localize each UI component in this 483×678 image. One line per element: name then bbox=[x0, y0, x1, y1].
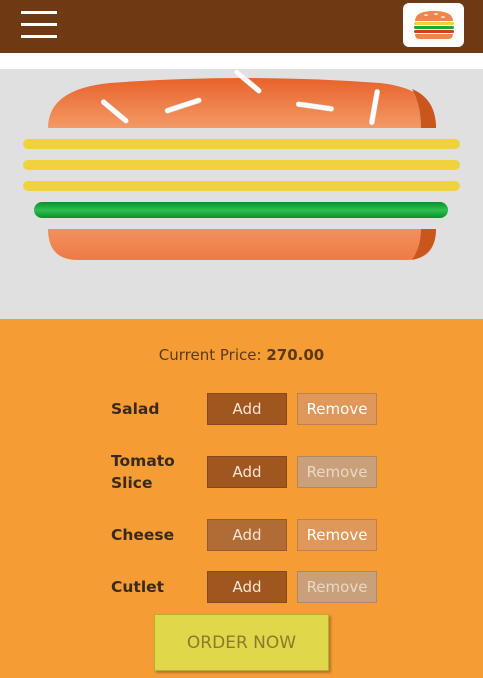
menu-line bbox=[21, 23, 57, 26]
ingredient-label-cheese: Cheese bbox=[111, 526, 175, 544]
remove-cheese-button[interactable]: Remove bbox=[297, 519, 377, 551]
burger-logo-svg bbox=[413, 11, 454, 39]
ingredient-label-salad: Salad bbox=[111, 400, 160, 418]
price-value: 270.00 bbox=[266, 346, 325, 364]
hamburger-menu-icon[interactable] bbox=[21, 11, 57, 39]
burger-illustration bbox=[23, 69, 460, 260]
header-divider bbox=[0, 53, 483, 69]
ingredient-label-cutlet: Cutlet bbox=[111, 578, 165, 596]
burger-logo-icon[interactable] bbox=[403, 3, 464, 47]
add-cutlet-button[interactable]: Add bbox=[207, 571, 287, 603]
remove-tomato-slice-button[interactable]: Remove bbox=[297, 456, 377, 488]
add-salad-button[interactable]: Add bbox=[207, 393, 287, 425]
cheese-slices bbox=[23, 139, 460, 191]
bottom-bun bbox=[48, 229, 436, 260]
menu-line bbox=[21, 35, 57, 38]
top-bun bbox=[48, 69, 436, 128]
ingredient-label-tomato-slice: Tomato Slice bbox=[111, 452, 175, 492]
menu-line bbox=[21, 11, 57, 14]
current-price: Current Price: 270.00 bbox=[0, 346, 483, 364]
price-label: Current Price: bbox=[158, 346, 262, 364]
build-controls: Current Price: 270.00 Salad Add Remove T… bbox=[0, 319, 483, 678]
top-bar bbox=[0, 0, 483, 53]
burger-preview bbox=[0, 69, 483, 319]
salad-leaf bbox=[34, 202, 448, 218]
remove-salad-button[interactable]: Remove bbox=[297, 393, 377, 425]
order-now-button[interactable]: ORDER NOW bbox=[154, 614, 329, 671]
add-tomato-slice-button[interactable]: Add bbox=[207, 456, 287, 488]
remove-cutlet-button[interactable]: Remove bbox=[297, 571, 377, 603]
add-cheese-button[interactable]: Add bbox=[207, 519, 287, 551]
